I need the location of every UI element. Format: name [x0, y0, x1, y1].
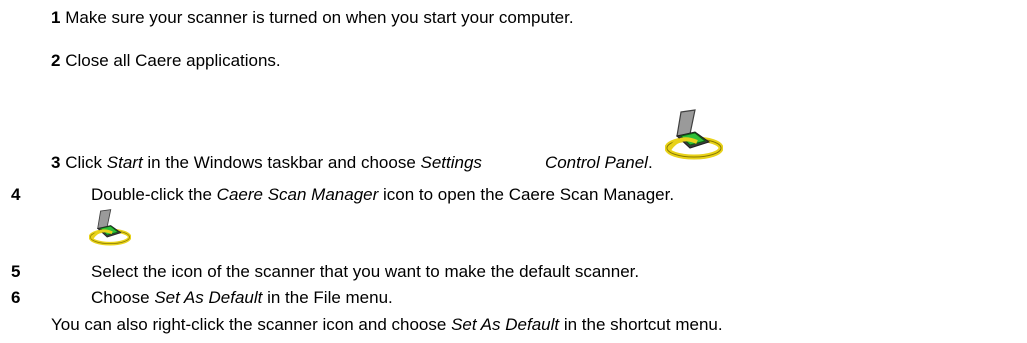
step-text: in the Windows taskbar and choose — [142, 153, 421, 172]
step-text: Select the icon of the scanner that you … — [91, 262, 640, 281]
step-4: 4 — [11, 185, 20, 205]
step-text: Double-click the — [91, 185, 217, 204]
step-number: 6 — [11, 288, 21, 307]
step-text: Make sure your scanner is turned on when… — [65, 8, 574, 27]
step-2: 2 Close all Caere applications. — [51, 51, 281, 71]
start-menu-term: Start — [106, 153, 143, 172]
step-text: icon to open the Caere Scan Manager. — [378, 185, 675, 204]
step-text: Choose — [91, 288, 155, 307]
step-4-text: Double-click the Caere Scan Manager icon… — [91, 185, 674, 205]
set-as-default-term: Set As Default — [451, 315, 560, 334]
note-text: in the shortcut menu. — [559, 315, 723, 334]
scanner-icon — [665, 109, 723, 160]
step-5-text: Select the icon of the scanner that you … — [91, 262, 639, 282]
step-6: 6 — [11, 288, 20, 308]
step-text: Click — [65, 153, 107, 172]
settings-term: Settings — [420, 153, 482, 172]
scanner-icon — [89, 209, 131, 246]
step-number: 1 — [51, 8, 61, 27]
step-number: 4 — [11, 185, 21, 204]
set-as-default-term: Set As Default — [154, 288, 263, 307]
step-number: 2 — [51, 51, 61, 70]
step-number: 5 — [11, 262, 21, 281]
control-panel-term: Control Panel — [544, 153, 648, 172]
note: You can also right-click the scanner ico… — [51, 315, 723, 335]
step-1: 1 Make sure your scanner is turned on wh… — [51, 8, 574, 28]
step-5: 5 — [11, 262, 20, 282]
note-text: You can also right-click the scanner ico… — [51, 315, 452, 334]
step-number: 3 — [51, 153, 61, 172]
step-text: Close all Caere applications. — [65, 51, 281, 70]
step-text: in the File menu. — [262, 288, 393, 307]
step-3: 3 Click Start in the Windows taskbar and… — [51, 153, 653, 172]
scan-manager-term: Caere Scan Manager — [216, 185, 379, 204]
step-6-text: Choose Set As Default in the File menu. — [91, 288, 393, 308]
